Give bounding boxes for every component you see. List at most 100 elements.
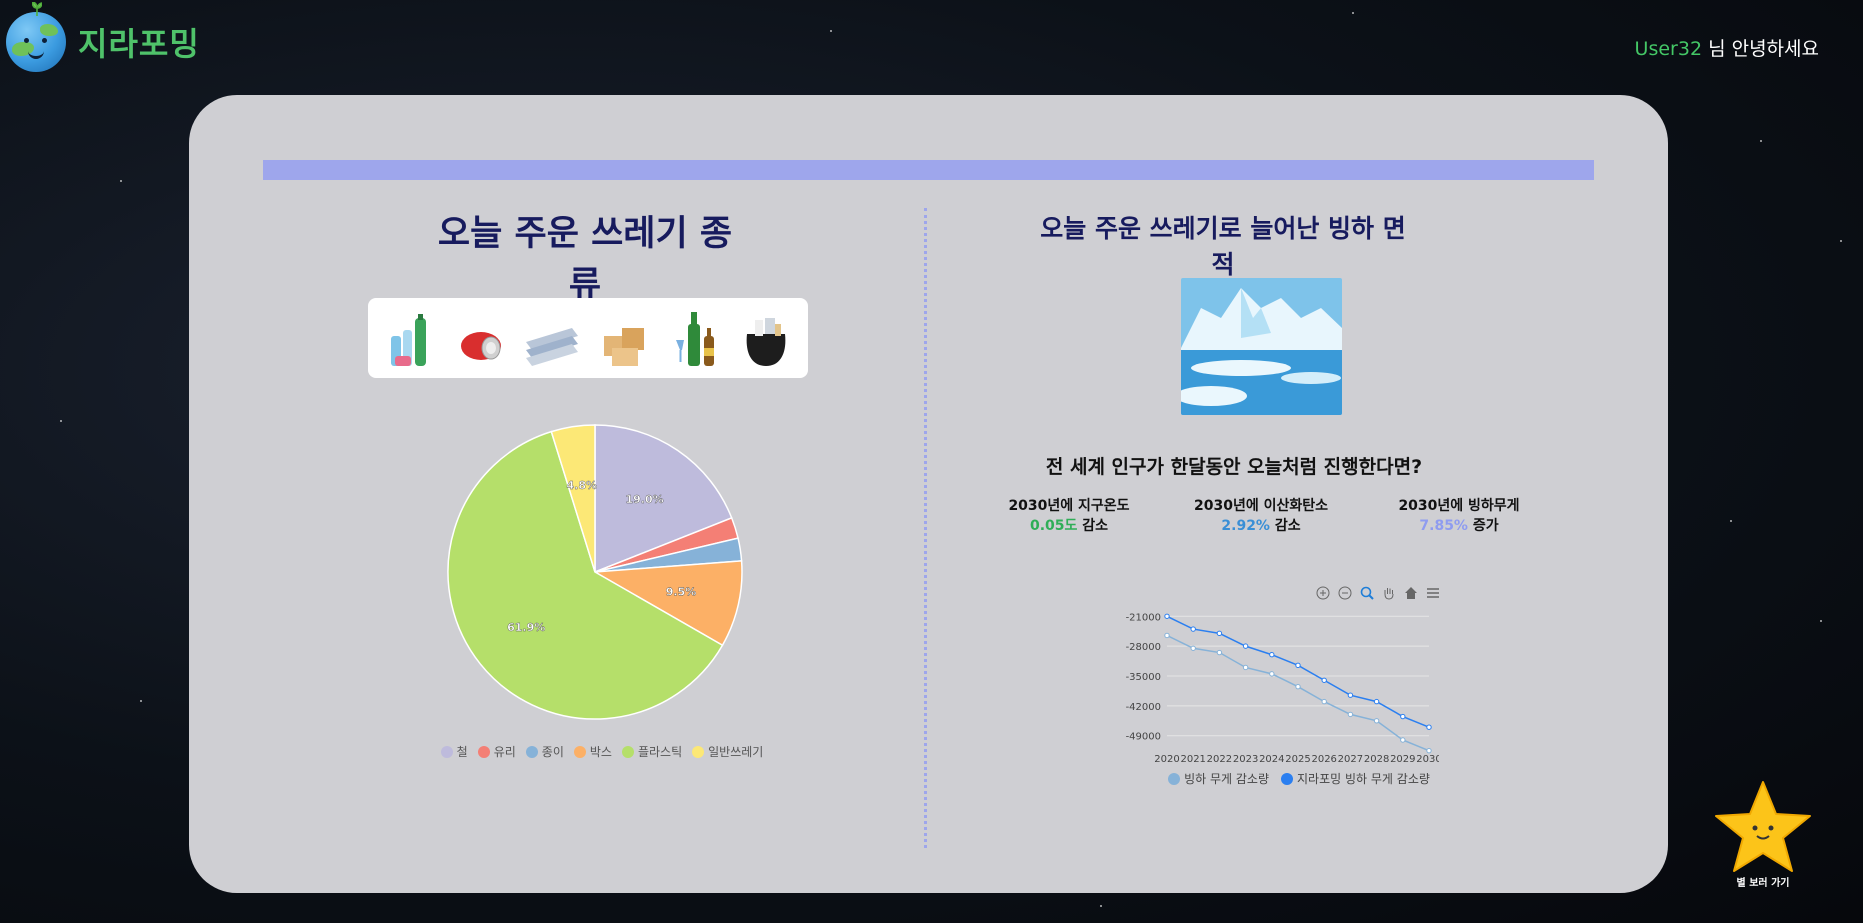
series-point[interactable]	[1269, 671, 1275, 677]
x-tick-label: 2020	[1154, 754, 1179, 765]
glacier-line-chart: -21000 -28000 -35000 -42000 -49000 2020 2021 20…	[1119, 580, 1442, 770]
y-tick-label: -28000	[1126, 642, 1161, 653]
app-logo[interactable]: 지라포밍	[6, 2, 200, 72]
paper-icon	[524, 308, 580, 368]
pie-legend-item[interactable]: 플라스틱	[621, 743, 682, 760]
x-tick-label: 2025	[1285, 754, 1310, 765]
series-point[interactable]	[1295, 662, 1301, 669]
stat-label: 2030년에 이산화탄소	[1194, 498, 1328, 514]
stat-value: 0.05도	[1029, 518, 1078, 534]
series-point[interactable]	[1295, 683, 1301, 690]
series-line-1[interactable]	[1166, 615, 1430, 728]
series-point[interactable]	[1164, 613, 1170, 619]
series-point[interactable]	[1426, 724, 1432, 730]
globe-mascot-icon	[6, 2, 66, 72]
stat-change: 감소	[1269, 518, 1301, 534]
legend-label: 빙하 무게 감소량	[1184, 772, 1270, 786]
y-tick-label: -42000	[1126, 702, 1161, 713]
series-point[interactable]	[1321, 677, 1327, 683]
stat-value: 2.92%	[1221, 518, 1270, 534]
pie-data-label: 4.8%	[566, 479, 597, 492]
plastic-bottles-icon	[382, 308, 438, 368]
can-icon	[453, 308, 509, 368]
legend-marker	[1281, 772, 1294, 785]
legend-marker	[1168, 772, 1181, 785]
line-legend: 빙하 무게 감소량 지라포밍 빙하 무게 감소량	[1129, 770, 1469, 787]
series-point[interactable]	[1216, 649, 1223, 656]
series-point[interactable]	[1400, 713, 1406, 720]
star-button-label: 별 보러 가기	[1736, 878, 1790, 889]
stat-co2: 2030년에 이산화탄소 2.92% 감소	[1176, 495, 1346, 535]
pie-data-label: 19.0%	[625, 493, 663, 506]
x-tick-label: 2022	[1207, 754, 1232, 765]
x-tick-label: 2024	[1259, 754, 1284, 765]
stat-temperature: 2030년에 지구온도 0.05도 감소	[989, 495, 1149, 535]
x-tick-label: 2023	[1233, 754, 1258, 765]
y-tick-label: -49000	[1126, 732, 1161, 743]
x-tick-label: 2030	[1416, 754, 1439, 765]
star-button[interactable]: 별 보러 가기	[1713, 778, 1813, 896]
series-point[interactable]	[1400, 737, 1406, 743]
series-point[interactable]	[1347, 711, 1354, 718]
user-name: User32	[1634, 38, 1703, 60]
series-point[interactable]	[1347, 692, 1354, 698]
series-point[interactable]	[1373, 718, 1380, 724]
series-point[interactable]	[1164, 632, 1170, 639]
trash-types-title: 오늘 주운 쓰레기 종류	[437, 214, 733, 305]
series-point[interactable]	[1321, 698, 1327, 705]
x-tick-label: 2028	[1364, 754, 1389, 765]
series-point[interactable]	[1216, 630, 1223, 637]
legend-marker	[692, 745, 705, 758]
legend-label: 유리	[493, 745, 516, 759]
pie-legend-item[interactable]: 일반쓰레기	[692, 743, 763, 760]
pie-data-label: 9.5%	[666, 586, 697, 599]
box-icon	[596, 308, 652, 368]
trash-pie-chart: 19.0% 9.5% 61.9% 4.8%	[445, 422, 745, 722]
stat-label: 2030년에 지구온도	[1008, 498, 1130, 514]
pie-legend-item[interactable]: 종이	[525, 743, 564, 760]
legend-marker	[477, 745, 490, 758]
glass-bottles-icon	[667, 308, 723, 368]
series-point[interactable]	[1269, 651, 1275, 658]
legend-marker	[621, 745, 634, 758]
pie-legend-item[interactable]: 유리	[477, 743, 516, 760]
x-tick-label: 2027	[1338, 754, 1363, 765]
question-text: 전 세계 인구가 한달동안 오늘처럼 진행한다면?	[1045, 456, 1423, 478]
glacier-title: 오늘 주운 쓰레기로 늘어난 빙하 면적	[1040, 214, 1406, 279]
x-tick-label: 2026	[1311, 754, 1336, 765]
series-point[interactable]	[1242, 664, 1249, 671]
header-band	[263, 160, 1594, 180]
stat-change: 증가	[1467, 518, 1499, 534]
series-point[interactable]	[1426, 747, 1432, 754]
stat-glacier: 2030년에 빙하무게 7.85% 증가	[1379, 495, 1539, 535]
y-tick-label: -21000	[1126, 612, 1161, 623]
greeting-text: 님 안녕하세요	[1702, 38, 1819, 60]
user-greeting: User32 님 안녕하세요	[1635, 34, 1819, 61]
legend-label: 종이	[541, 745, 564, 759]
legend-marker	[525, 745, 538, 758]
stat-value: 7.85%	[1419, 518, 1468, 534]
series-point[interactable]	[1190, 645, 1196, 651]
legend-label: 지라포밍 빙하 무게 감소량	[1297, 772, 1430, 786]
series-point[interactable]	[1190, 626, 1196, 632]
trash-icons-box	[368, 298, 808, 378]
series-line-0[interactable]	[1166, 634, 1430, 752]
stat-change: 감소	[1077, 518, 1109, 534]
trash-bag-icon	[738, 308, 794, 368]
logo-text: 지라포밍	[78, 25, 200, 63]
glacier-image	[1181, 278, 1342, 415]
pie-legend-item[interactable]: 박스	[573, 743, 612, 760]
star-mascot-icon	[1715, 781, 1811, 872]
legend-label: 철	[456, 745, 468, 759]
pie-legend-item[interactable]: 철	[440, 743, 468, 760]
legend-label: 박스	[589, 745, 612, 759]
legend-label: 일반쓰레기	[708, 745, 764, 759]
x-tick-label: 2029	[1390, 754, 1415, 765]
series-point[interactable]	[1373, 698, 1380, 705]
series-point[interactable]	[1242, 643, 1249, 649]
legend-marker	[440, 745, 453, 758]
line-legend-item[interactable]: 지라포밍 빙하 무게 감소량	[1281, 770, 1430, 787]
pie-legend: 철 유리 종이 박스 플라스틱 일반쓰레기	[417, 743, 787, 760]
stat-label: 2030년에 빙하무게	[1398, 498, 1520, 514]
line-legend-item[interactable]: 빙하 무게 감소량	[1168, 770, 1269, 787]
